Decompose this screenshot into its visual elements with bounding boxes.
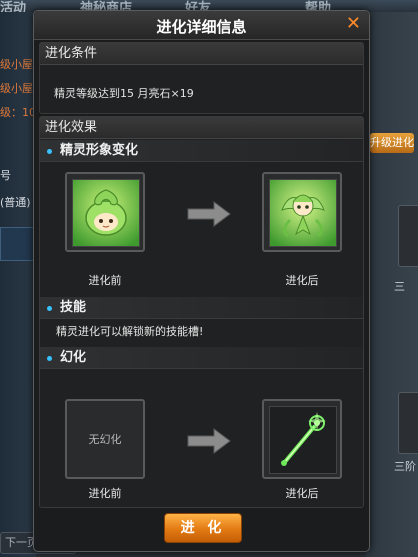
pet-before-frame [65, 172, 145, 252]
pet-after-frame [262, 172, 342, 252]
right-panel [366, 12, 418, 557]
dialog-title-bar: 进化详细信息 ✕ [34, 11, 369, 40]
skill-subheader: 技能 [40, 297, 363, 319]
condition-text: 精灵等级达到15 月亮石×19 [54, 87, 194, 100]
left-panel: 级小屋桐 级小屋桐 级：10 号 (普通) [0, 12, 44, 557]
evolution-dialog: 进化详细信息 ✕ 进化条件 精灵等级达到15 月亮石×19 进化效果 精灵形象变… [33, 10, 370, 552]
effect-section: 进化效果 精灵形象变化 进化前 进化后 技能 精灵进化可以解锁新的技能槽! 幻化… [39, 116, 364, 508]
right-label-1: 三 [394, 280, 405, 293]
no-skin-text: 无幻化 [88, 433, 122, 446]
arrow-right-icon [187, 201, 231, 227]
close-icon[interactable]: ✕ [346, 14, 361, 34]
skin-subheader-label: 幻化 [60, 350, 87, 365]
skill-text: 精灵进化可以解锁新的技能槽! [56, 325, 204, 338]
right-card-1[interactable] [398, 205, 418, 267]
dialog-title: 进化详细信息 [156, 18, 247, 36]
wand-icon [269, 406, 337, 474]
effect-header: 进化效果 [40, 117, 363, 139]
pet-before-label: 进化前 [88, 274, 122, 287]
right-upgrade-button[interactable]: 升级进化 [370, 133, 414, 153]
skin-before-frame: 无幻化 [65, 399, 145, 479]
arrow-right-icon [187, 428, 231, 454]
bullet-icon [47, 306, 52, 311]
right-label-2: 三阶 [394, 460, 416, 473]
skin-after-frame [262, 399, 342, 479]
condition-section: 进化条件 精灵等级达到15 月亮石×19 [39, 42, 364, 114]
left-text-3: 级：10 [0, 106, 36, 119]
bullet-icon [47, 356, 52, 361]
skin-before-label: 进化前 [88, 487, 122, 500]
skin-after-label: 进化后 [285, 487, 319, 500]
pet-after-image [269, 179, 337, 247]
bullet-icon [47, 149, 52, 154]
skin-subheader: 幻化 [40, 347, 363, 369]
appearance-subheader-label: 精灵形象变化 [60, 143, 139, 158]
evolve-button[interactable]: 进 化 [164, 513, 242, 543]
left-text-4: 号 [0, 169, 11, 182]
left-slot[interactable] [0, 227, 36, 261]
left-text-5: (普通) [0, 196, 31, 209]
skill-subheader-label: 技能 [60, 300, 87, 315]
condition-header: 进化条件 [40, 43, 363, 65]
pet-after-label: 进化后 [285, 274, 319, 287]
appearance-subheader: 精灵形象变化 [40, 140, 363, 162]
pet-before-image [72, 179, 140, 247]
right-card-2[interactable] [398, 392, 418, 454]
